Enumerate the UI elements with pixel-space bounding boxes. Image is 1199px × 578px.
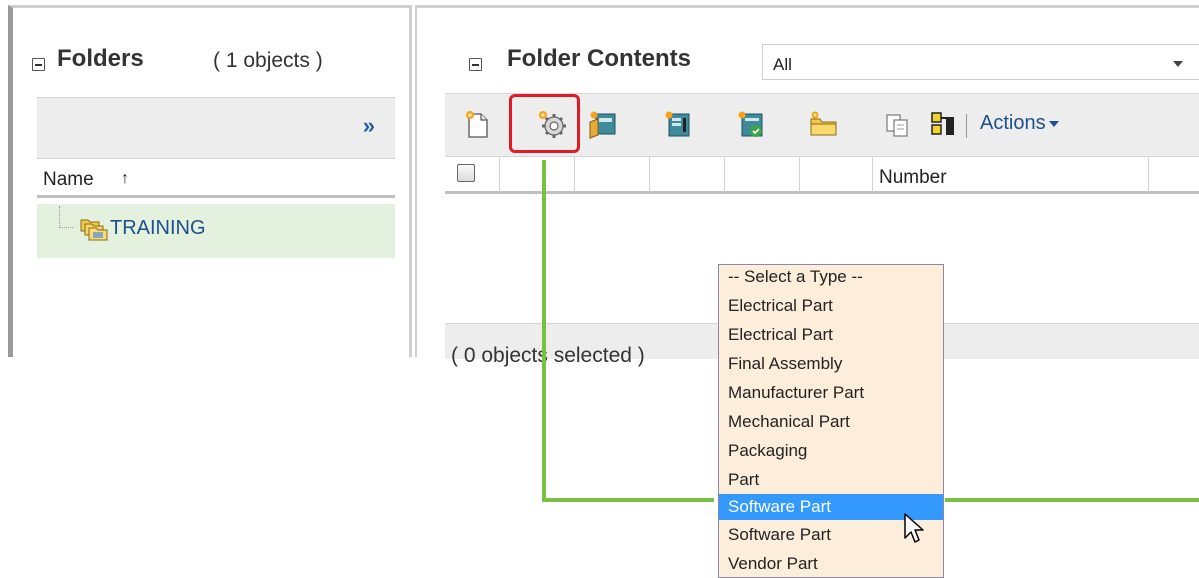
view-filter-select[interactable]: All (762, 44, 1199, 80)
folders-toolbar: » (37, 97, 395, 159)
connector-line (945, 498, 1199, 502)
option-manufacturer-part[interactable]: Manufacturer Part (719, 381, 943, 404)
collapse-contents-icon[interactable] (469, 58, 482, 71)
check-in-icon[interactable] (734, 108, 766, 140)
copy-icon[interactable] (881, 108, 913, 140)
product-structure-icon[interactable] (927, 108, 959, 140)
sort-ascending-icon: ↑ (121, 170, 129, 187)
grid-header: Number (445, 156, 1199, 194)
expand-panel-icon[interactable]: » (363, 115, 375, 137)
column-divider[interactable] (799, 157, 800, 192)
folder-group-icon (80, 219, 108, 241)
column-divider[interactable] (649, 157, 650, 192)
actions-label: Actions (980, 112, 1046, 134)
column-divider[interactable] (574, 157, 575, 192)
column-divider[interactable] (872, 157, 873, 192)
new-folder-icon[interactable] (807, 108, 839, 140)
folders-count: ( 1 objects ) (213, 49, 323, 72)
toolbar-divider (966, 114, 967, 138)
option-mechanical-part[interactable]: Mechanical Part (719, 410, 943, 433)
option-packaging[interactable]: Packaging (719, 439, 943, 462)
column-divider[interactable] (499, 157, 500, 192)
mouse-pointer-icon (904, 513, 924, 543)
caret-down-icon (1048, 120, 1059, 127)
option-electrical-part[interactable]: Electrical Part (719, 323, 943, 346)
column-divider[interactable] (1148, 157, 1149, 192)
folders-panel: Folders ( 1 objects ) » Name ↑ TRAINING (8, 5, 412, 357)
new-part-icon[interactable] (462, 108, 494, 140)
chevron-down-icon (1173, 61, 1183, 67)
actions-menu[interactable]: Actions (980, 112, 1059, 135)
folder-contents-title: Folder Contents (507, 45, 691, 72)
option-electrical-part[interactable]: Electrical Part (719, 294, 943, 317)
column-divider[interactable] (724, 157, 725, 192)
name-column-label: Name (43, 169, 94, 190)
collapse-folders-icon[interactable] (32, 58, 45, 71)
select-all-checkbox[interactable] (457, 164, 475, 182)
option-part[interactable]: Part (719, 468, 943, 491)
name-column-header[interactable]: Name ↑ (37, 160, 395, 198)
option-vendor-part[interactable]: Vendor Part (719, 552, 943, 575)
tree-item-training[interactable]: TRAINING (37, 204, 395, 258)
new-document-template-icon[interactable] (661, 108, 693, 140)
option-final-assembly[interactable]: Final Assembly (719, 352, 943, 375)
connector-line (542, 498, 714, 502)
selected-count: ( 0 objects selected ) (451, 344, 645, 367)
tree-item-label: TRAINING (110, 217, 206, 239)
view-filter-value: All (773, 55, 792, 74)
folders-title: Folders (57, 45, 144, 72)
connector-line (542, 160, 546, 502)
tree-connector (59, 206, 73, 228)
number-column-header[interactable]: Number (879, 167, 947, 189)
option-select-a-type[interactable]: -- Select a Type -- (719, 265, 943, 289)
highlight-box (509, 94, 580, 153)
new-document-icon[interactable] (586, 108, 618, 140)
